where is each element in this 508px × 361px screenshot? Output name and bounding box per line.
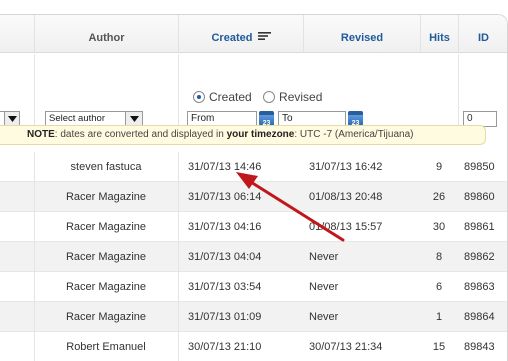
cell-id: 89850 [464, 161, 495, 173]
table-row[interactable]: Racer Magazine 31/07/13 03:54 Never 6 89… [0, 272, 507, 302]
cell-revised: Never [309, 251, 339, 263]
table-row[interactable]: Racer Magazine 31/07/13 06:14 01/08/13 2… [0, 182, 507, 212]
cell-id: 89862 [464, 251, 495, 263]
cell-hits: 26 [432, 191, 446, 203]
cell-hits: 30 [432, 221, 446, 233]
cell-revised: 01/08/13 15:57 [309, 221, 383, 233]
cell-id: 89864 [464, 311, 495, 323]
revised-radio-label: Revised [279, 90, 323, 104]
note-timezone: : UTC -7 (America/Tijuana) [294, 129, 414, 140]
cell-author: Racer Magazine [65, 191, 147, 203]
divider [178, 182, 179, 212]
divider [178, 54, 179, 126]
calendar-icon[interactable]: 23 [259, 111, 274, 127]
header-created[interactable]: Created [178, 15, 303, 53]
divider [178, 332, 179, 361]
divider [34, 54, 35, 126]
cell-revised: 01/08/13 20:48 [309, 191, 383, 203]
cell-id: 89863 [464, 281, 495, 293]
table-row[interactable]: steven fastuca 31/07/13 14:46 31/07/13 1… [0, 152, 507, 182]
cell-author: Racer Magazine [65, 221, 147, 233]
table-row[interactable]: Racer Magazine 31/07/13 01:09 Never 1 89… [0, 302, 507, 332]
header-id-label: ID [478, 32, 489, 44]
cell-author: Racer Magazine [65, 311, 147, 323]
dropdown-arrow-icon [125, 112, 142, 126]
note-emphasis: your timezone [226, 129, 295, 140]
table-row[interactable]: Robert Emanuel 30/07/13 21:10 30/07/13 2… [0, 332, 507, 361]
cell-revised: 30/07/13 21:34 [309, 341, 383, 353]
divider [178, 152, 179, 182]
sort-icon [257, 32, 271, 40]
header-author-label: Author [88, 32, 125, 44]
cell-author: Robert Emanuel [66, 341, 146, 353]
header-hits[interactable]: Hits [420, 15, 458, 53]
cell-created: 30/07/13 21:10 [188, 341, 262, 353]
cell-created: 31/07/13 04:04 [188, 251, 262, 263]
header-hits-label: Hits [429, 32, 450, 44]
cell-author: steven fastuca [70, 161, 142, 173]
cell-author: Racer Magazine [65, 251, 147, 263]
cell-revised: Never [309, 311, 339, 323]
table-header: Author Created Revised Hits ID [0, 15, 507, 53]
date-type-radios: Created Revised [193, 90, 322, 104]
cell-hits: 1 [435, 311, 443, 323]
cell-revised: 31/07/13 16:42 [309, 161, 383, 173]
author-select-value: Select author [49, 113, 105, 124]
articles-table: Author Created Revised Hits ID Select au… [0, 14, 508, 361]
header-revised-label: Revised [340, 32, 384, 44]
cell-created: 31/07/13 01:09 [188, 311, 262, 323]
divider [178, 272, 179, 302]
timezone-note: NOTE: dates are converted and displayed … [0, 125, 486, 145]
divider [178, 302, 179, 332]
cell-hits: 15 [432, 341, 446, 353]
revised-radio[interactable]: Revised [263, 90, 322, 104]
created-radio-label: Created [209, 90, 252, 104]
cell-id: 89861 [464, 221, 495, 233]
cell-created: 31/07/13 06:14 [188, 191, 262, 203]
cell-created: 31/07/13 14:46 [188, 161, 262, 173]
cell-author: Racer Magazine [65, 281, 147, 293]
cell-created: 31/07/13 04:16 [188, 221, 262, 233]
table-row[interactable]: Racer Magazine 31/07/13 04:04 Never 8 89… [0, 242, 507, 272]
dropdown-arrow-icon [4, 112, 19, 126]
to-date-value: To [282, 113, 293, 124]
divider [178, 212, 179, 242]
cell-created: 31/07/13 03:54 [188, 281, 262, 293]
filter-row: Select author Created Revised From 23 To… [0, 54, 507, 127]
cell-hits: 8 [435, 251, 443, 263]
from-date-value: From [191, 113, 215, 124]
radio-unchecked-icon [263, 91, 276, 103]
header-created-label: Created [211, 32, 253, 44]
radio-checked-icon [193, 91, 205, 103]
cell-id: 89843 [464, 341, 495, 353]
note-text: : dates are converted and displayed in [54, 129, 227, 140]
divider [178, 242, 179, 272]
id-filter-value: 0 [467, 113, 473, 124]
table-row[interactable]: Racer Magazine 31/07/13 04:16 01/08/13 1… [0, 212, 507, 242]
calendar-icon[interactable]: 23 [348, 111, 363, 127]
header-col-partial [0, 15, 34, 53]
cell-hits: 6 [435, 281, 443, 293]
cell-revised: Never [309, 281, 339, 293]
cell-hits: 9 [435, 161, 443, 173]
divider [458, 54, 459, 126]
note-prefix: NOTE [27, 129, 55, 140]
cell-id: 89860 [464, 191, 495, 203]
created-radio[interactable]: Created [193, 90, 252, 104]
header-author[interactable]: Author [34, 15, 178, 53]
header-revised[interactable]: Revised [303, 15, 420, 53]
header-id[interactable]: ID [458, 15, 507, 53]
